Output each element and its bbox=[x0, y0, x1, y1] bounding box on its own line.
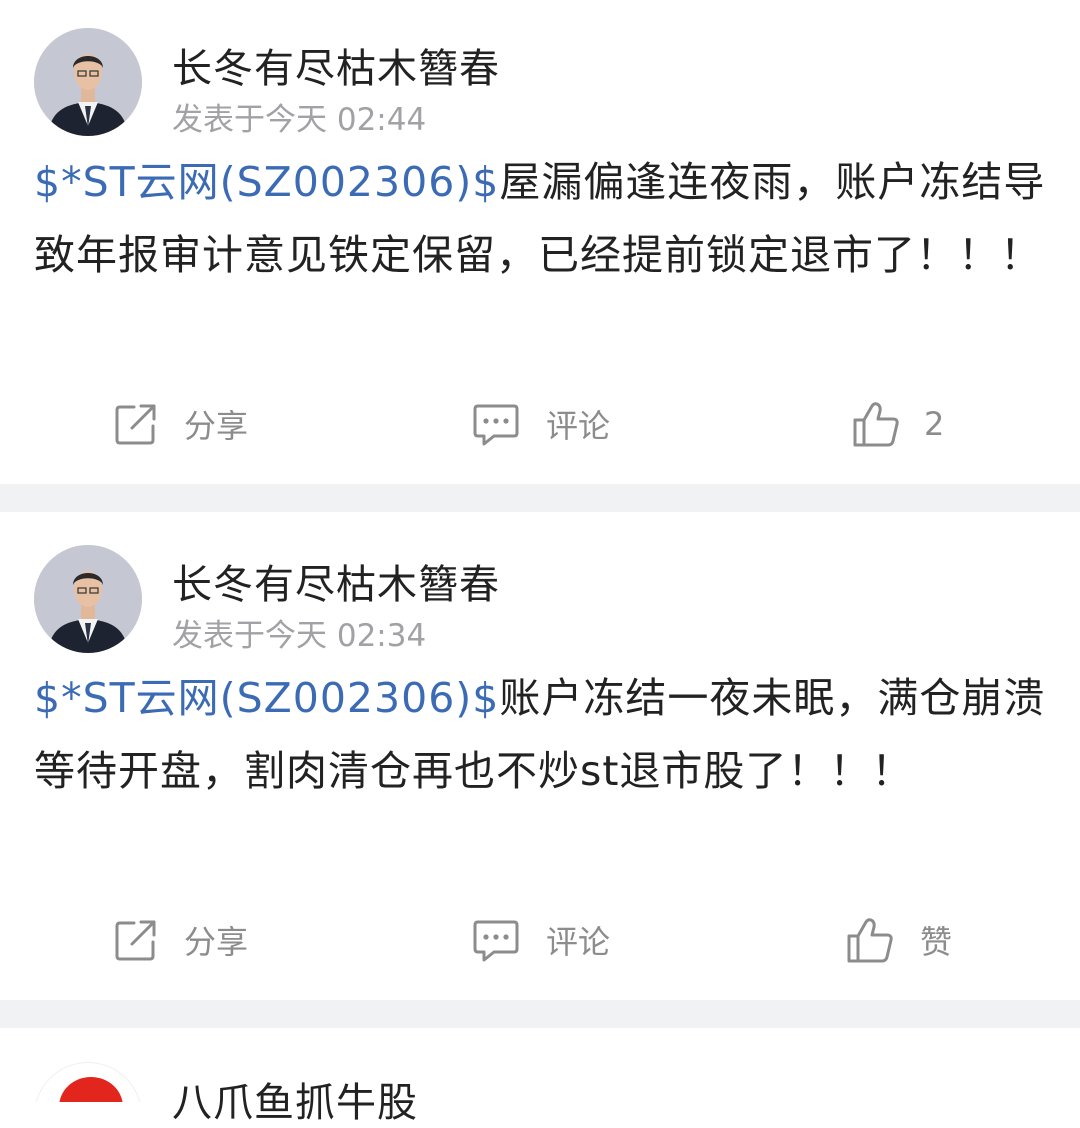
avatar-photo bbox=[34, 28, 142, 136]
post-card[interactable] bbox=[0, 1028, 1080, 1102]
octopus-avatar-image bbox=[35, 1063, 141, 1102]
thumbs-up-icon bbox=[846, 916, 894, 964]
like-button[interactable]: 2 bbox=[852, 396, 944, 452]
username[interactable]: 长冬有尽枯木簪春 bbox=[172, 36, 500, 94]
stock-tag-link[interactable]: $*ST云网(SZ002306)$ bbox=[34, 158, 499, 206]
post-separator bbox=[0, 484, 1080, 512]
like-count: 2 bbox=[924, 405, 945, 443]
post-content[interactable]: $*ST云网(SZ002306)$屋漏偏逢连夜雨，账户冻结导致年报审计意见铁定保… bbox=[34, 146, 1046, 292]
share-button[interactable]: 分享 bbox=[114, 912, 248, 968]
post-card[interactable]: 长冬有尽枯木簪春 发表于今天 02:44 $*ST云网(SZ002306)$屋漏… bbox=[0, 0, 1080, 484]
comment-icon bbox=[472, 918, 520, 962]
comment-button[interactable]: 评论 bbox=[472, 912, 610, 968]
share-icon bbox=[114, 918, 158, 962]
comment-button[interactable]: 评论 bbox=[472, 396, 610, 452]
username[interactable]: 八爪鱼抓牛股 bbox=[172, 1070, 418, 1128]
avatar[interactable] bbox=[34, 1062, 142, 1102]
comment-label: 评论 bbox=[546, 407, 611, 445]
post-separator bbox=[0, 1000, 1080, 1028]
comment-label: 评论 bbox=[546, 923, 611, 961]
stock-tag-link[interactable]: $*ST云网(SZ002306)$ bbox=[34, 674, 499, 722]
post-card[interactable]: 长冬有尽枯木簪春 发表于今天 02:34 $*ST云网(SZ002306)$账户… bbox=[0, 512, 1080, 1000]
share-icon bbox=[114, 402, 158, 446]
post-content[interactable]: $*ST云网(SZ002306)$账户冻结一夜未眠，满仓崩溃等待开盘，割肉清仓再… bbox=[34, 662, 1046, 808]
avatar[interactable] bbox=[34, 28, 142, 136]
like-button[interactable]: 赞 bbox=[846, 912, 952, 968]
avatar[interactable] bbox=[34, 545, 142, 653]
share-label: 分享 bbox=[184, 407, 249, 445]
post-time: 发表于今天 02:44 bbox=[172, 102, 427, 138]
post-time: 发表于今天 02:34 bbox=[172, 618, 427, 654]
share-button[interactable]: 分享 bbox=[114, 396, 248, 452]
like-label: 赞 bbox=[920, 923, 953, 961]
username[interactable]: 长冬有尽枯木簪春 bbox=[172, 552, 500, 610]
avatar-photo bbox=[34, 545, 142, 653]
share-label: 分享 bbox=[184, 923, 249, 961]
comment-icon bbox=[472, 402, 520, 446]
thumbs-up-icon bbox=[852, 400, 900, 448]
